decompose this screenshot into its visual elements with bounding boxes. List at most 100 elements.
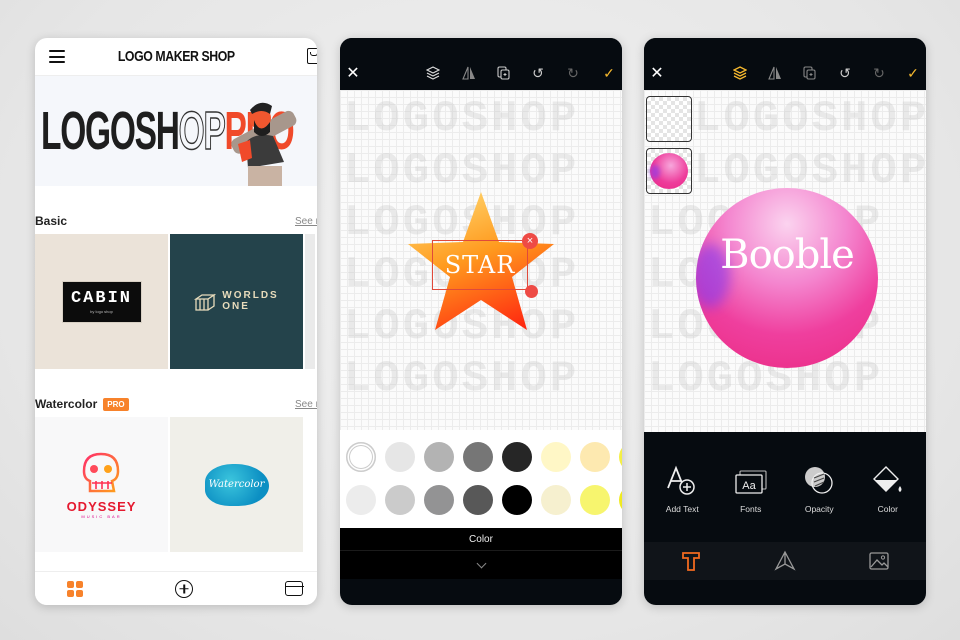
color-swatch[interactable] xyxy=(541,485,571,515)
svg-text:Aa: Aa xyxy=(742,480,756,492)
color-swatch[interactable] xyxy=(580,442,610,472)
color-button[interactable]: Color xyxy=(858,464,918,542)
color-swatch[interactable] xyxy=(424,442,454,472)
redo-icon[interactable]: ↻ xyxy=(870,64,888,82)
fonts-button[interactable]: Aa Fonts xyxy=(721,464,781,542)
resize-handle[interactable] xyxy=(525,285,538,298)
pro-badge: PRO xyxy=(103,397,129,411)
watermark-text: LOGOSHOP xyxy=(694,146,926,196)
odyssey-logo: ODYSSEY MUSIC BAR xyxy=(67,451,137,519)
tray-icon[interactable] xyxy=(284,581,304,596)
template-card-watercolor[interactable]: Watercolor xyxy=(170,417,303,552)
app-header: LOGO MAKER SHOP xyxy=(35,38,317,76)
check-icon[interactable]: ✓ xyxy=(600,64,618,82)
flip-icon[interactable] xyxy=(460,64,478,82)
color-swatch[interactable] xyxy=(463,485,493,515)
section-header-basic: Basic See more xyxy=(35,208,317,234)
template-row-watercolor: ODYSSEY MUSIC BAR Watercolor xyxy=(35,417,317,552)
template-card-cabin[interactable]: CABIN by logo shop xyxy=(35,234,168,369)
design-canvas[interactable]: LOGOSHOP LOGOSHOP LOGOSHOP LOGOSHOP LOGO… xyxy=(340,90,622,430)
layers-icon[interactable] xyxy=(424,64,442,82)
plus-circle-icon[interactable] xyxy=(175,579,193,598)
template-row-basic: CABIN by logo shop WORLDS ONE xyxy=(35,234,317,369)
watercolor-logo: Watercolor xyxy=(204,463,269,506)
see-more-link[interactable]: See more xyxy=(295,216,317,227)
image-tool-icon[interactable] xyxy=(868,550,890,572)
section-title: Basic xyxy=(35,214,68,228)
color-swatch[interactable] xyxy=(619,485,622,515)
color-fill-icon xyxy=(872,466,902,492)
hero-banner[interactable]: LOGOSHOPPRO xyxy=(35,76,317,186)
color-swatch[interactable] xyxy=(385,485,415,515)
menu-icon[interactable] xyxy=(49,50,65,63)
duplicate-icon[interactable] xyxy=(801,64,819,82)
logo-subtitle: by logo shop xyxy=(90,309,113,314)
palette-row xyxy=(346,442,622,472)
section-title: Watercolor xyxy=(35,397,98,411)
color-palette xyxy=(340,430,622,528)
opacity-button[interactable]: Opacity xyxy=(789,464,849,542)
add-text-button[interactable]: Add Text xyxy=(652,464,712,542)
color-swatch[interactable] xyxy=(346,442,376,472)
duplicate-icon[interactable] xyxy=(495,64,513,82)
delete-element-icon[interactable]: × xyxy=(522,233,538,249)
section-header-watercolor: Watercolor PRO See more xyxy=(35,391,317,417)
palette-row xyxy=(346,485,622,515)
watermark-text: LOGOSHOP xyxy=(344,146,580,196)
opacity-icon xyxy=(805,467,833,494)
skull-icon xyxy=(83,452,120,492)
template-card-partial[interactable] xyxy=(305,234,315,369)
color-swatch[interactable] xyxy=(385,442,415,472)
chevron-down-icon xyxy=(476,558,486,568)
watermark-text: LOGOSHOP xyxy=(694,94,926,144)
undo-icon[interactable]: ↺ xyxy=(529,64,547,82)
watermark-text: LOGOSHOP xyxy=(344,354,580,404)
editor-toolbar: ✕ ↺ ↻ ✓ xyxy=(644,38,926,90)
template-card-odyssey[interactable]: ODYSSEY MUSIC BAR xyxy=(35,417,168,552)
bottom-tab-bar xyxy=(35,571,317,605)
text-tool-icon[interactable] xyxy=(680,550,702,572)
undo-icon[interactable]: ↺ xyxy=(836,64,854,82)
collapse-panel-button[interactable] xyxy=(340,551,622,579)
layer-thumbnail-text[interactable] xyxy=(646,96,692,142)
editor-text-screen: ✕ ↺ ↻ ✓ LOGOSHOP LOGOSHOP LOGOSHOP LOGOS… xyxy=(644,38,926,605)
tool-label: Color xyxy=(877,504,898,514)
color-swatch[interactable] xyxy=(619,442,622,472)
panel-title: Color xyxy=(340,528,622,551)
star-text[interactable]: STAR xyxy=(432,240,528,290)
layer-thumbnail-bubble[interactable] xyxy=(646,148,692,194)
template-card-worlds-one[interactable]: WORLDS ONE xyxy=(170,234,303,369)
shopping-bag-icon[interactable] xyxy=(307,48,317,64)
color-swatch[interactable] xyxy=(463,442,493,472)
see-more-link[interactable]: See more xyxy=(295,399,317,410)
logo-name: CABIN xyxy=(70,289,132,308)
color-swatch[interactable] xyxy=(580,485,610,515)
redo-icon[interactable]: ↻ xyxy=(564,64,582,82)
design-canvas[interactable]: LOGOSHOP LOGOSHOP LOGOSHOP LOGOSHOP LOGO… xyxy=(644,90,926,432)
color-swatch[interactable] xyxy=(541,442,571,472)
tool-label: Fonts xyxy=(740,504,762,514)
flip-icon[interactable] xyxy=(766,64,784,82)
check-icon[interactable]: ✓ xyxy=(904,64,922,82)
cube-icon xyxy=(194,293,217,311)
hero-text-main: LOGOSH xyxy=(41,101,180,161)
logo-subtitle: MUSIC BAR xyxy=(81,513,122,519)
layers-icon[interactable] xyxy=(731,64,749,82)
bubble-text[interactable]: Booble xyxy=(696,232,878,278)
logo-line1: WORLDS xyxy=(222,290,279,301)
close-icon[interactable]: ✕ xyxy=(648,64,666,82)
tool-label: Add Text xyxy=(665,504,699,514)
color-swatch[interactable] xyxy=(502,485,532,515)
text-tools-panel: Add Text Aa Fonts Opacity Color xyxy=(644,432,926,542)
color-swatch[interactable] xyxy=(424,485,454,515)
watercolor-circle-shape[interactable] xyxy=(696,188,878,368)
editor-tab-bar xyxy=(644,542,926,580)
grid-icon[interactable] xyxy=(67,580,83,597)
color-swatch[interactable] xyxy=(346,485,376,515)
app-title: LOGO MAKER SHOP xyxy=(117,48,235,65)
shape-tool-icon[interactable] xyxy=(774,550,796,572)
logo-name: ODYSSEY xyxy=(66,498,137,514)
color-swatch[interactable] xyxy=(502,442,532,472)
close-icon[interactable]: ✕ xyxy=(344,64,362,82)
illustration-man-icon xyxy=(231,102,297,186)
